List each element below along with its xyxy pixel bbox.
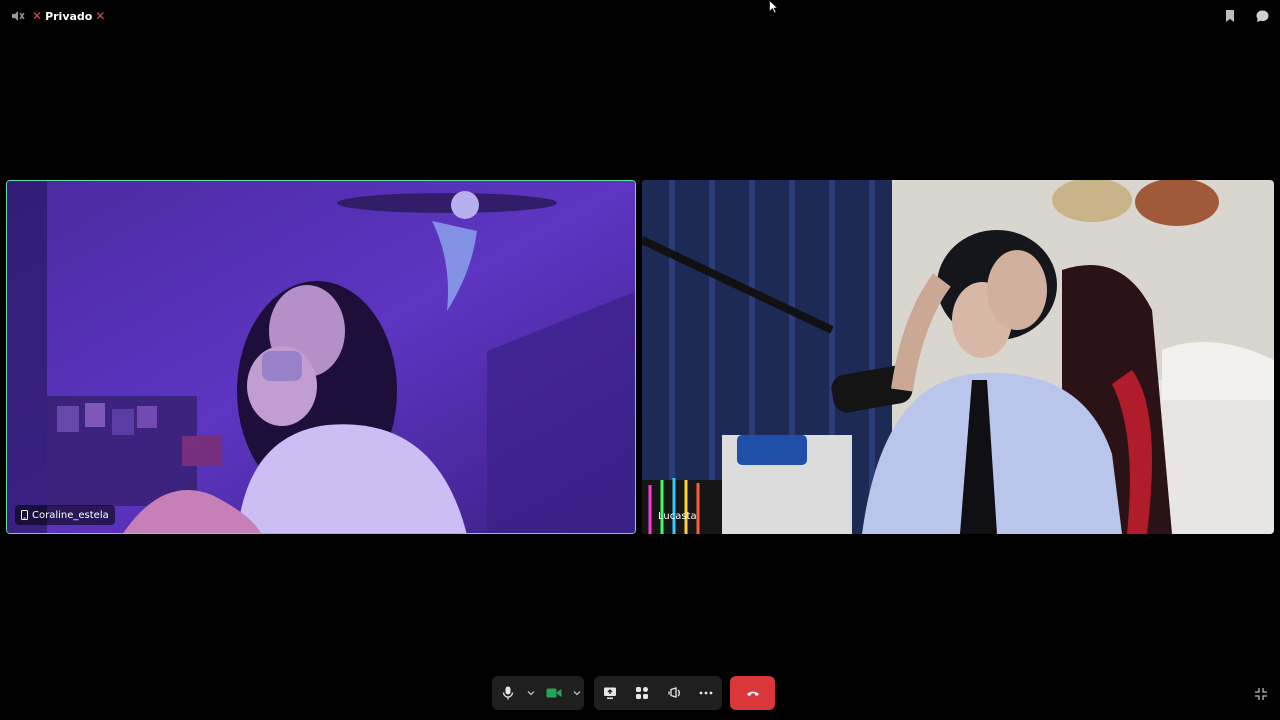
screen-share-icon — [604, 687, 616, 699]
video-tile-coraline[interactable]: Coraline_estela — [6, 180, 636, 534]
chevron-down-icon — [573, 691, 581, 696]
activities-icon — [636, 687, 648, 699]
activities-button[interactable] — [626, 676, 658, 710]
soundboard-button[interactable] — [658, 676, 690, 710]
screen-share-button[interactable] — [594, 676, 626, 710]
top-bar: ✕ Privado ✕ — [0, 0, 1280, 32]
participant-nametag: Coraline_estela — [15, 505, 115, 525]
activity-controls — [594, 676, 722, 710]
mobile-phone-icon — [21, 510, 28, 520]
camera-button[interactable] — [538, 676, 570, 710]
video-tile-lucasta[interactable]: Lucasta — [642, 180, 1274, 534]
collapse-button[interactable] — [1254, 686, 1268, 700]
call-controls — [0, 676, 1280, 710]
microphone-options-button[interactable] — [524, 676, 538, 710]
speaker-muted-icon[interactable] — [10, 8, 26, 24]
collapse-icon — [1255, 688, 1267, 700]
bookmark-icon[interactable] — [1222, 8, 1238, 24]
participant-name: Lucasta — [658, 510, 697, 522]
chat-bubble-icon[interactable] — [1254, 8, 1270, 24]
more-options-button[interactable] — [690, 676, 722, 710]
media-controls — [492, 676, 584, 710]
mouse-cursor — [769, 0, 777, 14]
participant-name: Coraline_estela — [32, 509, 109, 521]
participant-nametag: Lucasta — [652, 506, 703, 526]
channel-title: ✕ Privado ✕ — [32, 10, 105, 23]
more-icon — [699, 691, 713, 695]
camera-options-button[interactable] — [570, 676, 584, 710]
soundboard-icon — [668, 687, 680, 698]
channel-name: Privado — [45, 9, 93, 23]
video-feed — [642, 180, 1274, 534]
camera-icon — [546, 688, 562, 698]
chevron-down-icon — [527, 691, 535, 696]
x-icon: ✕ — [95, 9, 106, 23]
video-feed — [7, 181, 635, 533]
microphone-icon — [502, 686, 514, 700]
microphone-button[interactable] — [492, 676, 524, 710]
x-icon: ✕ — [32, 9, 43, 23]
hang-up-icon — [746, 691, 759, 696]
disconnect-button[interactable] — [730, 676, 775, 710]
